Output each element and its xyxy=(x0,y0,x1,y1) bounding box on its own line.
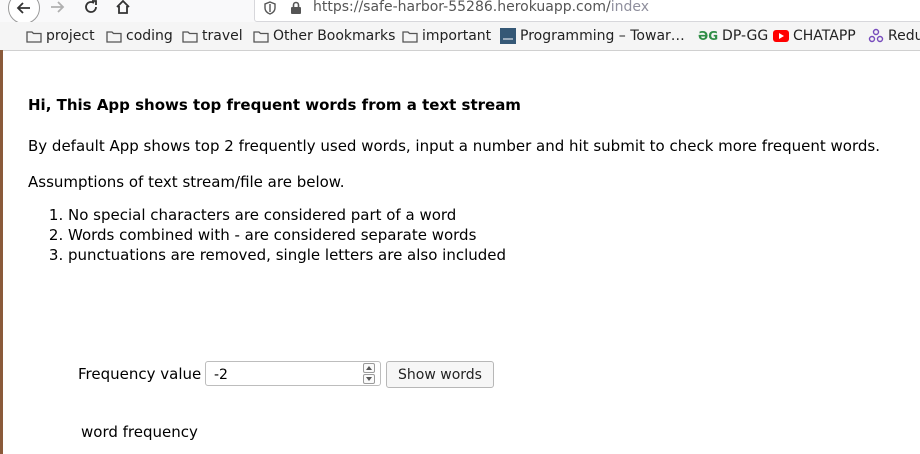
forward-button[interactable] xyxy=(44,0,70,20)
home-icon xyxy=(116,0,130,14)
reload-icon xyxy=(85,0,97,13)
browser-toolbar: https://safe-harbor-55286.herokuapp.com/… xyxy=(0,0,920,24)
bookmark-label: Redu xyxy=(888,28,920,44)
frequency-input[interactable]: -2 xyxy=(205,361,381,386)
window-edge xyxy=(0,50,3,454)
intro-text: By default App shows top 2 frequently us… xyxy=(28,137,880,155)
bookmark-coding[interactable]: coding xyxy=(106,28,173,44)
number-spinner[interactable] xyxy=(363,363,375,384)
arrow-left-icon xyxy=(16,2,30,14)
redux-icon xyxy=(868,28,884,44)
bookmark-other-bookmarks[interactable]: Other Bookmarks xyxy=(253,28,395,44)
tracking-shield-icon xyxy=(264,1,276,15)
folder-icon xyxy=(26,30,42,43)
bookmark-project[interactable]: project xyxy=(26,28,95,44)
folder-icon xyxy=(402,30,418,43)
bookmark-label: project xyxy=(46,28,95,44)
folder-icon xyxy=(106,30,122,43)
bookmark-chatapp[interactable]: CHATAPP xyxy=(773,28,856,44)
bookmark-dp-gg[interactable]: ƏG DP-GG xyxy=(698,28,768,44)
show-words-button[interactable]: Show words xyxy=(386,361,494,388)
lock-icon xyxy=(291,1,301,14)
list-item: punctuations are removed, single letters… xyxy=(68,245,506,265)
bookmark-travel[interactable]: travel xyxy=(182,28,243,44)
bookmark-label: CHATAPP xyxy=(793,28,856,44)
frequency-label: Frequency value : xyxy=(78,365,212,383)
list-item: Words combined with - are considered sep… xyxy=(68,225,506,245)
towards-data-science-icon xyxy=(500,28,516,44)
bookmark-redu[interactable]: Redu xyxy=(868,28,920,44)
url-path: index xyxy=(610,0,649,15)
arrow-right-icon xyxy=(51,1,65,13)
folder-icon xyxy=(253,30,269,43)
page-heading: Hi, This App shows top frequent words fr… xyxy=(28,96,521,114)
reload-button[interactable] xyxy=(78,0,104,20)
geeksforgeeks-icon: ƏG xyxy=(698,29,719,43)
home-button[interactable] xyxy=(110,0,136,20)
bookmark-label: coding xyxy=(126,28,173,44)
bookmark-important[interactable]: important xyxy=(402,28,491,44)
assumptions-title: Assumptions of text stream/file are belo… xyxy=(28,173,345,191)
assumptions-list: No special characters are considered par… xyxy=(28,205,506,265)
spin-down-button[interactable] xyxy=(363,374,375,384)
folder-icon xyxy=(182,30,198,43)
chevron-down-icon xyxy=(366,377,372,381)
youtube-icon xyxy=(773,30,789,42)
chevron-up-icon xyxy=(366,366,372,370)
bookmark-label: travel xyxy=(202,28,243,44)
frequency-input-value: -2 xyxy=(214,367,228,383)
bookmark-label: Other Bookmarks xyxy=(273,28,396,44)
list-item: No special characters are considered par… xyxy=(68,205,506,225)
bookmark-programming-towards[interactable]: Programming – Towar… xyxy=(500,28,685,44)
bookmarks-bar: project coding travel Other Bookmarks im… xyxy=(0,22,920,51)
spin-up-button[interactable] xyxy=(363,363,375,373)
bookmark-label: important xyxy=(422,28,492,44)
bookmark-label: DP-GG xyxy=(722,28,769,44)
result-header: word frequency xyxy=(81,423,198,441)
url-bar[interactable]: https://safe-harbor-55286.herokuapp.com/… xyxy=(254,0,920,22)
url-host: https://safe-harbor-55286.herokuapp.com/ xyxy=(313,0,611,15)
url-text: https://safe-harbor-55286.herokuapp.com/… xyxy=(313,0,649,15)
bookmark-label: Programming – Towar… xyxy=(520,28,685,44)
back-button[interactable] xyxy=(8,0,40,24)
